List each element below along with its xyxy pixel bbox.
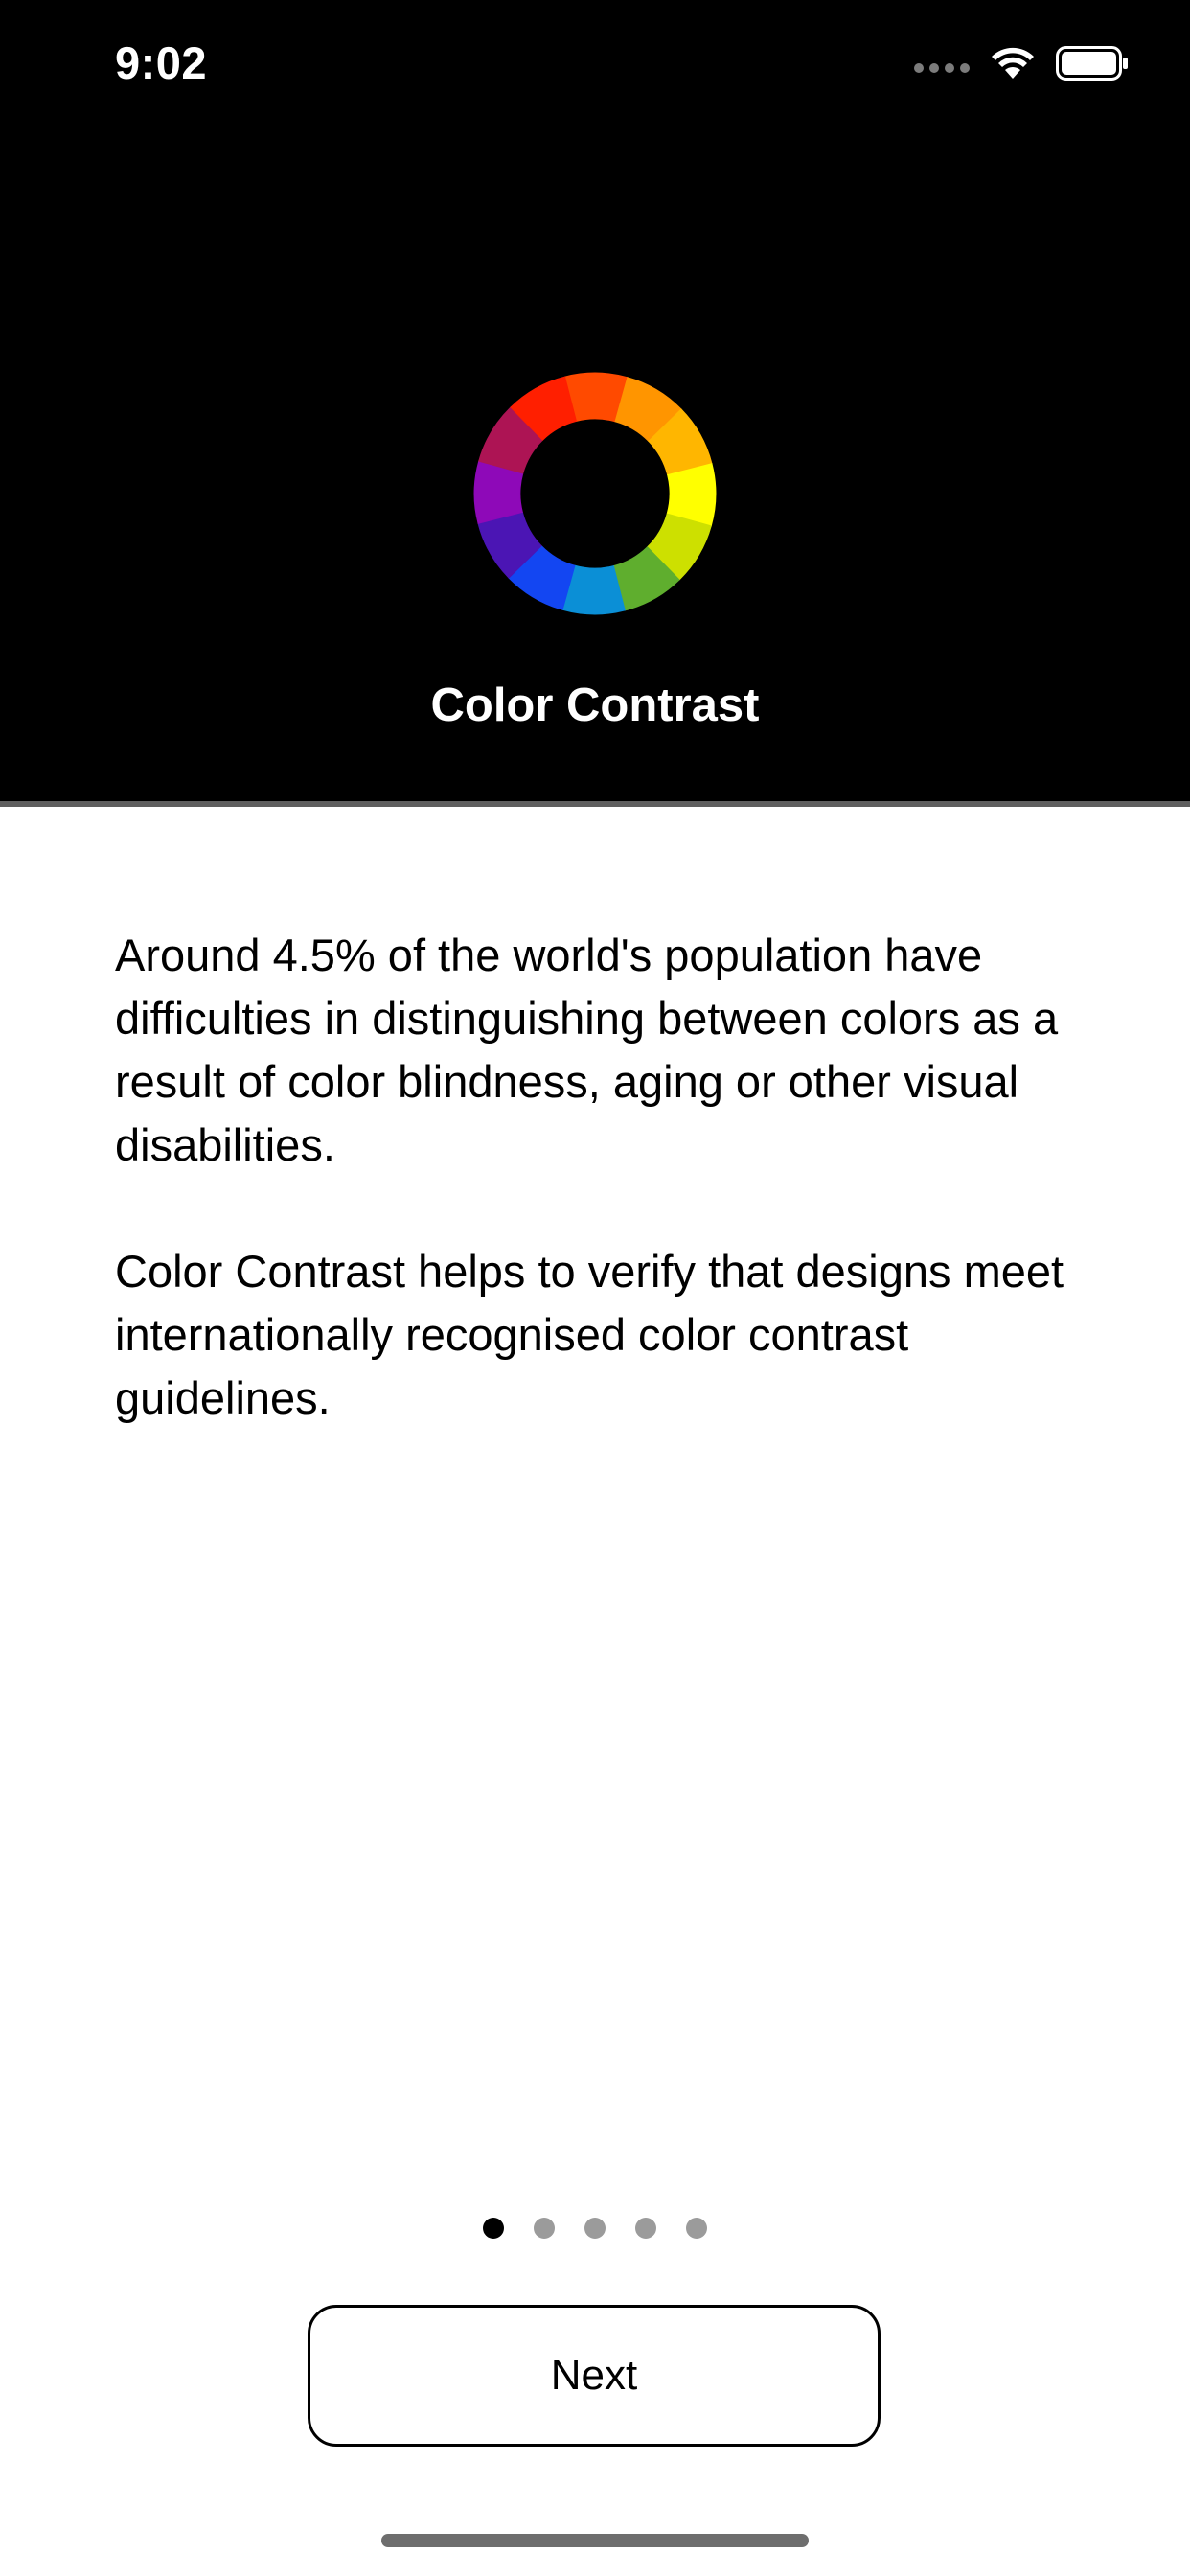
next-button[interactable]: Next <box>308 2305 881 2447</box>
page-indicator[interactable] <box>0 2218 1190 2239</box>
page-dot[interactable] <box>534 2218 555 2239</box>
header-divider <box>0 801 1190 807</box>
wifi-icon <box>991 46 1035 80</box>
battery-icon <box>1056 46 1129 80</box>
description: Around 4.5% of the world's population ha… <box>115 924 1092 1493</box>
home-indicator[interactable] <box>381 2534 809 2547</box>
status-icons <box>914 44 1129 82</box>
status-time: 9:02 <box>115 37 208 88</box>
app-title: Color Contrast <box>430 679 760 731</box>
page-dot[interactable] <box>686 2218 707 2239</box>
header: 9:02 Color Contrast <box>0 0 1190 801</box>
description-paragraph-2: Color Contrast helps to verify that desi… <box>115 1246 1064 1423</box>
cellular-signal-icon <box>914 63 970 73</box>
page-dot[interactable] <box>584 2218 606 2239</box>
color-wheel-icon <box>473 372 717 615</box>
description-paragraph-1: Around 4.5% of the world's population ha… <box>115 930 1059 1170</box>
page-dot-active[interactable] <box>483 2218 504 2239</box>
page-dot[interactable] <box>635 2218 656 2239</box>
onboarding-screen: 9:02 Color Contrast Around 4.5% of the w… <box>0 0 1190 2576</box>
